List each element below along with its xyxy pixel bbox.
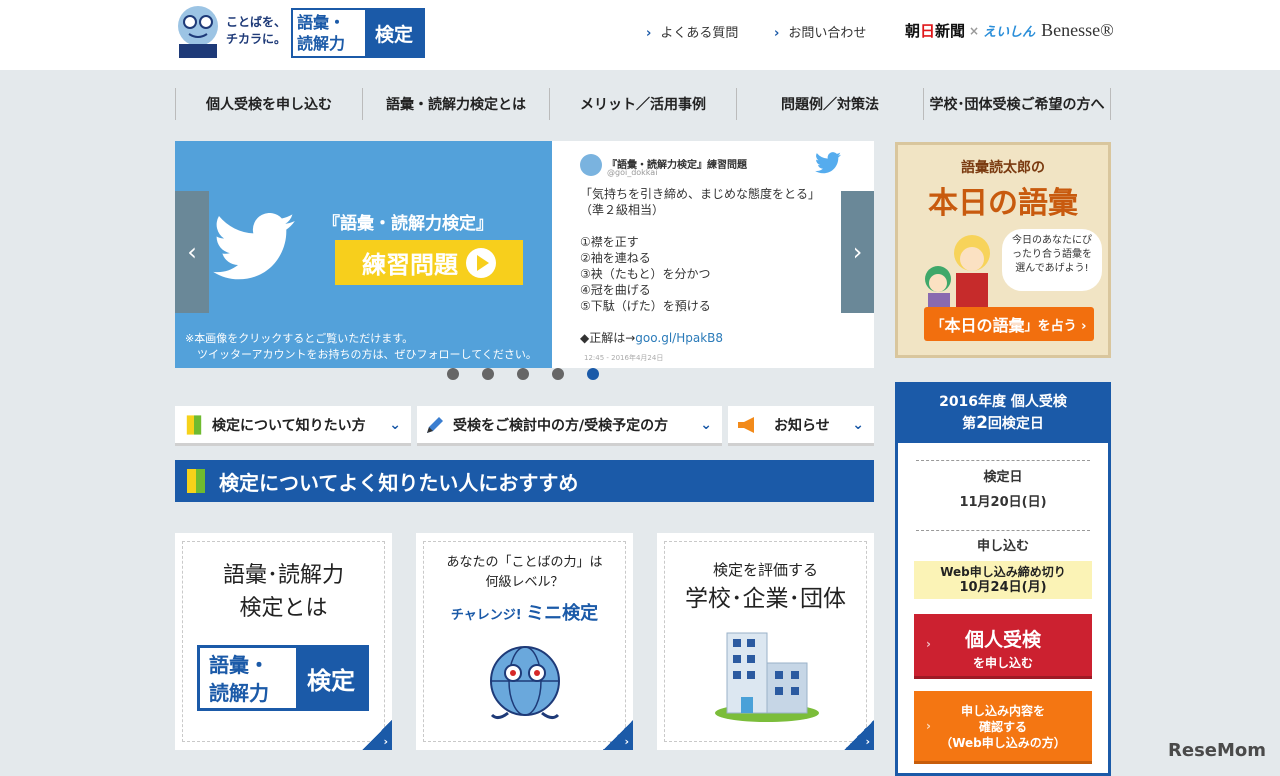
slider-pagination	[447, 368, 622, 380]
play-icon	[466, 247, 496, 278]
nav-sample-questions[interactable]: 問題例／対策法	[736, 88, 923, 120]
fortune-vocab-button[interactable]: 「本日の語彙 」を占う ›	[924, 307, 1094, 341]
partner-logos: 朝日新聞 × えいしん Benesse®	[905, 20, 1114, 41]
card-schools-companies[interactable]: 検定を評価する 学校･企業･団体 ›	[657, 533, 874, 750]
nav-schools-groups[interactable]: 学校･団体受検ご希望の方へ	[923, 88, 1111, 120]
card-arrow-icon: ›	[844, 720, 874, 750]
card-subtitle: チャレンジ! ミニ検定	[450, 603, 599, 624]
exam-logo: 語彙・ 読解力 検定	[197, 645, 369, 711]
tweet-card[interactable]: 『語彙・読解力検定』練習問題 @goi_dokkai 「気持ちを引き締め、まじめ…	[552, 141, 874, 368]
tweet-timestamp: 12:45 - 2016年4月24日	[584, 354, 664, 362]
section-heading: 検定についてよく知りたい人におすすめ	[175, 460, 874, 502]
slide-note: ※本画像をクリックするとご覧いただけます。 ツイッターアカウントをお持ちの方は、…	[185, 332, 537, 361]
main-nav: 個人受検を申し込む 語彙・読解力検定とは メリット／活用事例 問題例／対策法 学…	[175, 88, 1111, 120]
deadline-box: Web申し込み締め切り 10月24日(月)	[914, 561, 1092, 599]
slider-dot-active[interactable]	[587, 368, 599, 380]
card-arrow-icon: ›	[603, 720, 633, 750]
slide-title: 『語彙・読解力検定』	[323, 214, 493, 234]
beginner-mark-icon	[187, 469, 205, 493]
slider-dot[interactable]	[482, 368, 494, 380]
exam-date-panel: 2016年度 個人受検 第2回検定日 検定日 11月20日(日) 申し込む We…	[895, 382, 1111, 776]
chevron-right-icon: ›	[926, 719, 931, 733]
pencil-icon	[427, 416, 443, 433]
mascot-globe-icon	[490, 646, 560, 720]
faq-link[interactable]: › よくある質問	[646, 22, 738, 41]
card-title: 検定を評価する	[712, 561, 818, 579]
twitter-icon[interactable]	[815, 152, 841, 174]
tab-about-exam[interactable]: 検定について知りたい方 ⌄	[175, 406, 411, 446]
asahi-logo[interactable]: 朝日新聞	[905, 20, 965, 41]
site-header: ことばを、 チカラに。 語彙・ 読解力 検定 › よくある質問 › お問い合わせ 朝日…	[0, 0, 1280, 70]
card-mini-test[interactable]: あなたの「ことばの力」は 何級レベル？ チャレンジ! ミニ検定 ›	[416, 533, 633, 750]
tab-considering-exam[interactable]: 受検をご検討中の方/受検予定の方 ⌄	[417, 406, 722, 446]
exam-date-value: 11月20日(日)	[959, 495, 1047, 510]
benesse-logo[interactable]: Benesse®	[1041, 20, 1114, 41]
exam-date-label: 検定日	[983, 470, 1023, 485]
slider-dot[interactable]	[447, 368, 459, 380]
twitter-bird-icon	[213, 213, 295, 280]
feature-cards: 語彙･読解力 検定とは 語彙・ 読解力 検定 › あなたの「ことばの力」は 何級レベル…	[175, 533, 874, 753]
vocab-banner-subtitle: 語彙読太郎の	[961, 160, 1045, 176]
exam-panel-header: 2016年度 個人受検 第2回検定日	[898, 385, 1108, 443]
chevron-right-icon: ›	[774, 26, 780, 41]
card-arrow-icon: ›	[362, 720, 392, 750]
nav-about-exam[interactable]: 語彙・読解力検定とは	[362, 88, 549, 120]
vocab-banner-title: 本日の語彙	[928, 186, 1078, 221]
info-tabs: 検定について知りたい方 ⌄ 受検をご検討中の方/受検予定の方 ⌄ お知らせ ⌄	[175, 406, 874, 446]
hero-slider[interactable]: 『語彙・読解力検定』 練習問題 ※本画像をクリックするとご覧いただけます。 ツイ…	[175, 141, 874, 368]
nav-apply-individual[interactable]: 個人受検を申し込む	[175, 88, 362, 120]
tweet-handle: @goi_dokkai	[607, 168, 658, 177]
chevron-right-icon: ›	[646, 26, 652, 41]
slider-dot[interactable]	[552, 368, 564, 380]
vocab-speech-bubble: 今日のあなたにぴったり合う語彙を選んであげよう!	[1002, 229, 1102, 291]
watermark: ReseMom	[1168, 740, 1267, 761]
check-application-button[interactable]: › 申し込み内容を 確認する （Web申し込みの方）	[914, 691, 1092, 764]
answer-link[interactable]: goo.gl/HpakB8	[635, 331, 723, 345]
contact-link[interactable]: › お問い合わせ	[774, 22, 866, 41]
chevron-right-icon: ›	[926, 637, 931, 651]
slider-next-button[interactable]: ›	[841, 191, 874, 313]
megaphone-icon	[738, 416, 754, 433]
card-subtitle: 学校･企業･団体	[685, 586, 846, 612]
todays-vocab-banner[interactable]: 語彙読太郎の 本日の語彙 今日のあなたにぴったり合う語彙を選んであげよう! 「本…	[895, 142, 1111, 358]
chevron-down-icon: ⌄	[852, 416, 864, 433]
slide-banner[interactable]: 『語彙・読解力検定』 練習問題 ※本画像をクリックするとご覧いただけます。 ツイ…	[175, 141, 552, 368]
apply-label: 申し込む	[976, 539, 1029, 554]
nav-merits[interactable]: メリット／活用事例	[549, 88, 736, 120]
slider-dot[interactable]	[517, 368, 529, 380]
chevron-down-icon: ⌄	[700, 416, 712, 433]
site-logo[interactable]: 語彙・ 読解力 検定	[291, 8, 425, 58]
card-title: 語彙･読解力 検定とは	[222, 563, 344, 621]
card-about-exam[interactable]: 語彙･読解力 検定とは 語彙・ 読解力 検定 ›	[175, 533, 392, 750]
tweet-body: 「気持ちを引き締め、まじめな態度をとる」 （準２級相当） ①襟を正す ②袖を連ね…	[580, 187, 821, 345]
tweet-avatar	[580, 154, 602, 176]
card-title: あなたの「ことばの力」は 何級レベル？	[446, 555, 603, 590]
tab-news[interactable]: お知らせ ⌄	[728, 406, 874, 446]
chevron-down-icon: ⌄	[389, 416, 401, 433]
mascot-logo-icon[interactable]	[175, 4, 221, 60]
beginner-mark-icon	[186, 414, 202, 435]
logo-tagline: ことばを、 チカラに。	[226, 15, 287, 46]
slider-prev-button[interactable]: ‹	[175, 191, 209, 313]
practice-question-button[interactable]: 練習問題	[335, 240, 523, 285]
eishin-logo[interactable]: えいしん	[983, 21, 1035, 40]
building-icon	[715, 632, 819, 722]
apply-individual-button[interactable]: › 個人受検 を申し込む	[914, 614, 1092, 679]
